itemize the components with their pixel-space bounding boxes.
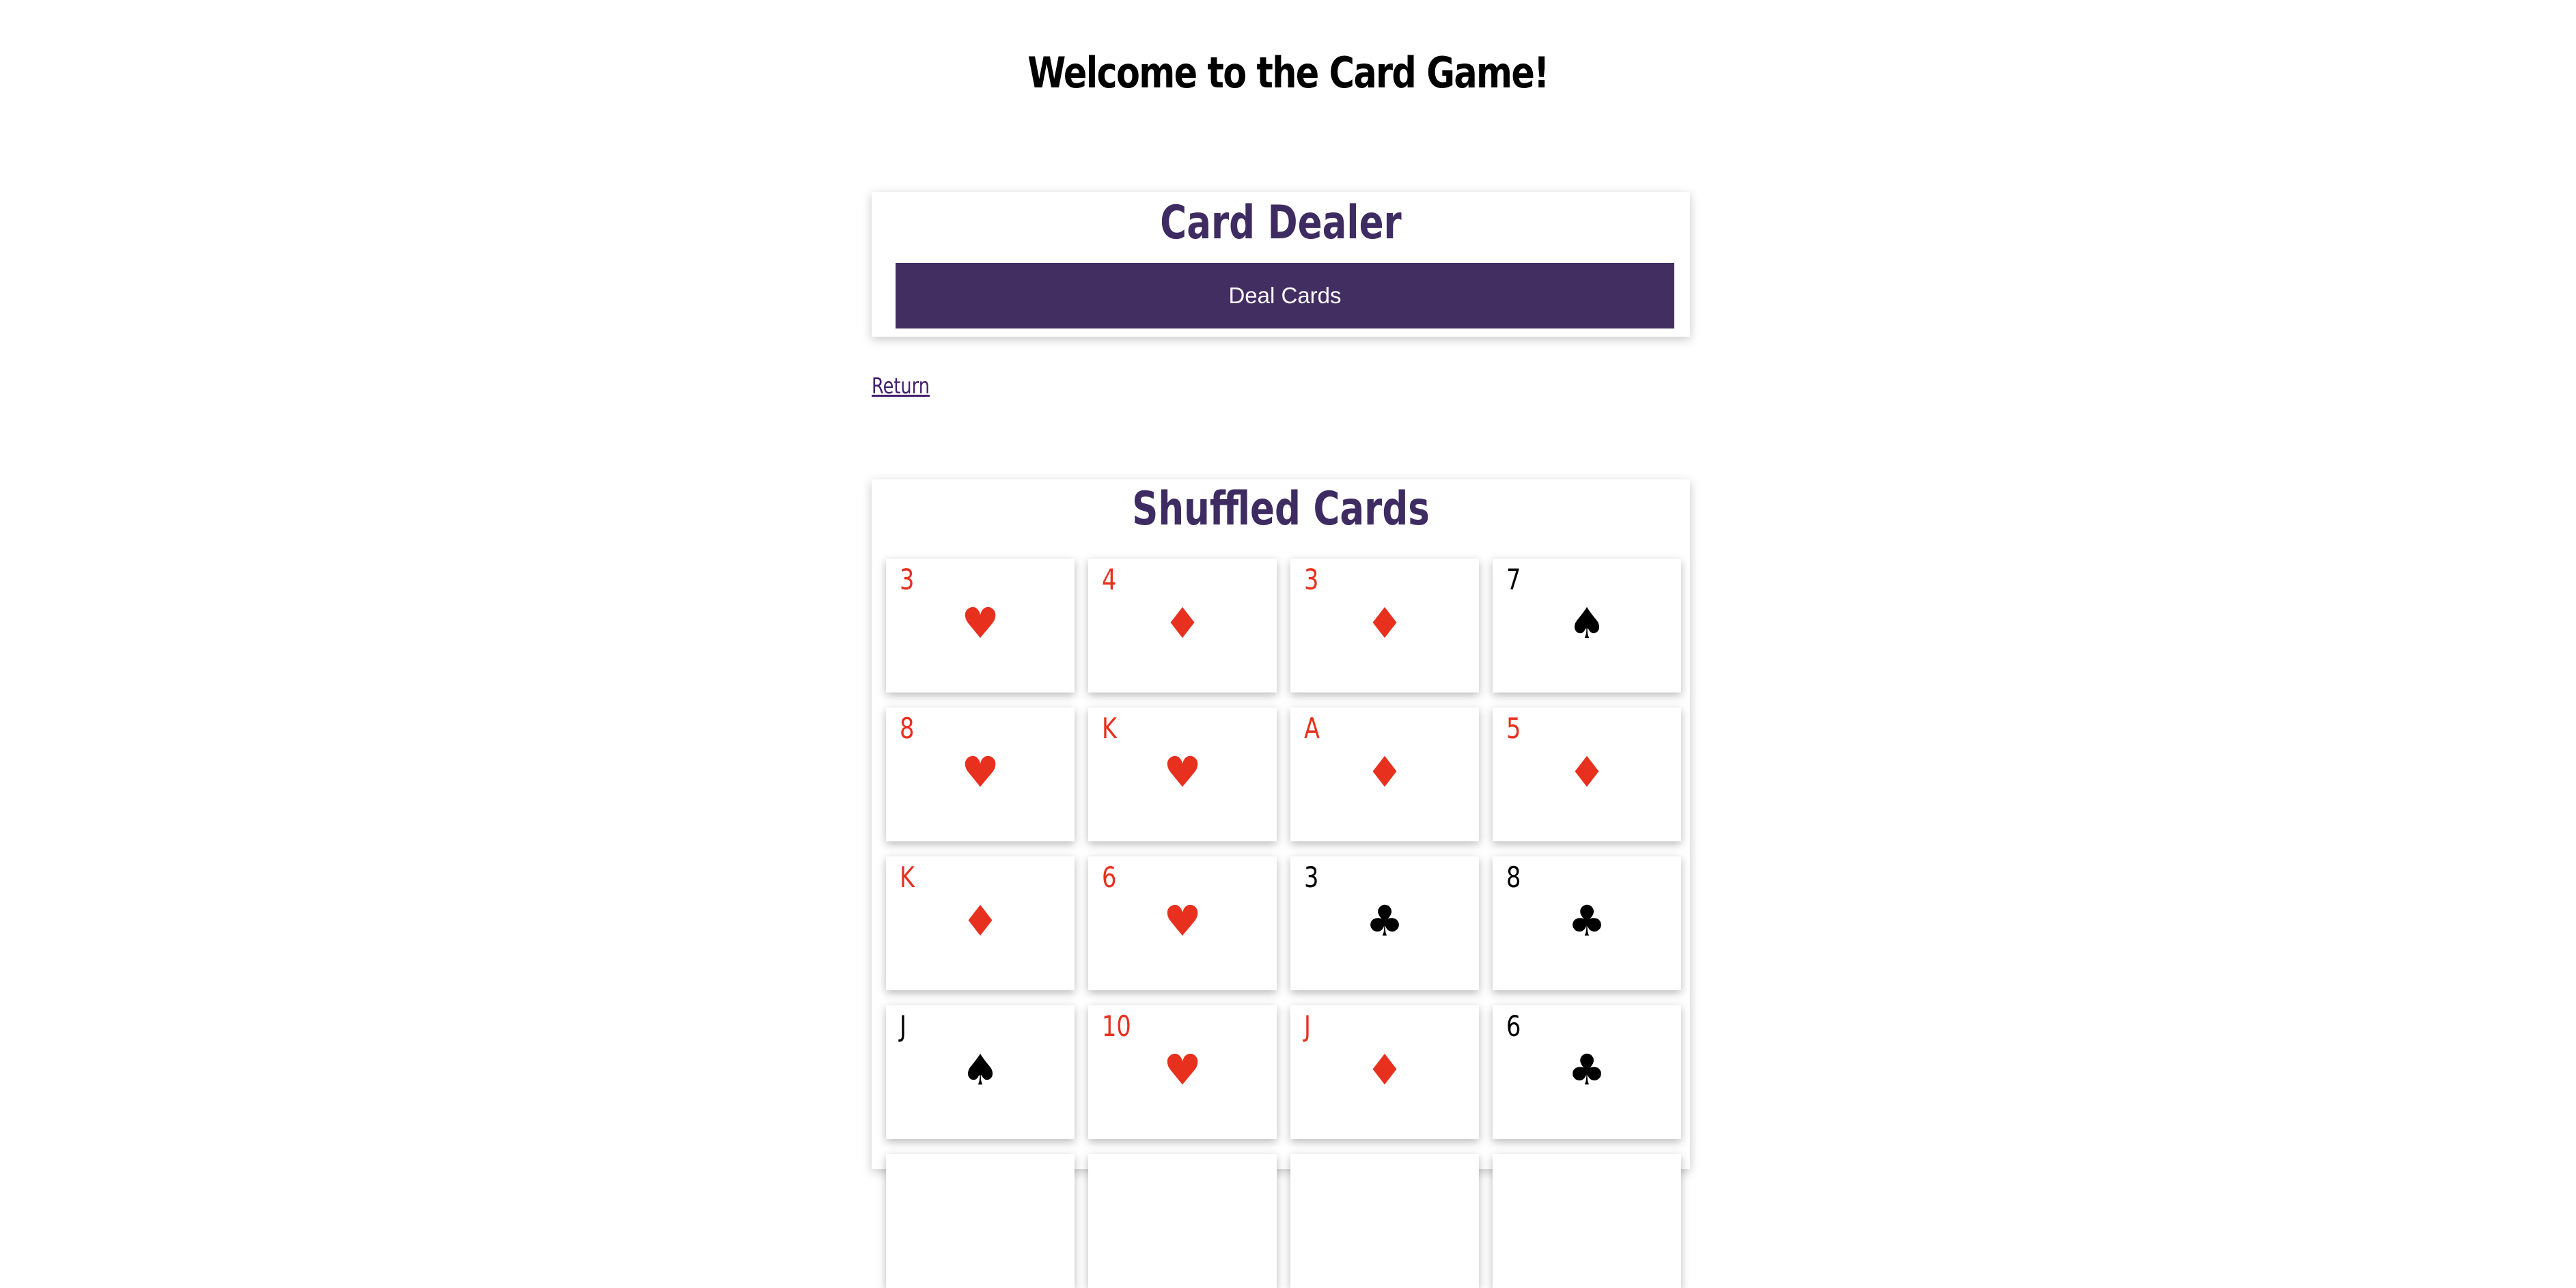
playing-card[interactable]: 5 ♦ — [1493, 708, 1681, 841]
diamonds-suit-icon: ♦ — [1366, 747, 1404, 797]
card-rank: 8 — [900, 712, 915, 745]
card-rank: 3 — [900, 563, 915, 596]
diamonds-suit-icon: ♦ — [1366, 1045, 1404, 1095]
card-dealer-title: Card Dealer — [1160, 196, 1402, 250]
card-dealer-panel: Card Dealer Deal Cards — [872, 192, 1690, 337]
diamonds-suit-icon: ♦ — [961, 896, 999, 946]
card-rank: K — [900, 860, 915, 894]
playing-card[interactable]: 3 ♣ — [1290, 856, 1479, 990]
playing-card[interactable] — [1493, 1154, 1681, 1288]
card-rank: J — [1304, 1009, 1311, 1043]
return-link[interactable]: Return — [872, 373, 930, 399]
playing-card[interactable]: J ♠ — [886, 1005, 1075, 1139]
playing-card[interactable]: A ♦ — [1290, 708, 1479, 841]
playing-card[interactable]: J ♦ — [1290, 1005, 1479, 1139]
hearts-suit-icon: ♥ — [1163, 1045, 1202, 1095]
diamonds-suit-icon: ♦ — [1568, 747, 1606, 797]
clubs-suit-icon: ♣ — [1568, 896, 1606, 946]
spades-suit-icon: ♠ — [961, 1045, 999, 1095]
diamonds-suit-icon: ♦ — [1366, 598, 1404, 648]
shuffled-cards-title: Shuffled Cards — [1132, 482, 1430, 536]
card-rank: 5 — [1506, 712, 1521, 745]
card-rank: 3 — [1304, 563, 1319, 596]
playing-card[interactable] — [1088, 1154, 1277, 1288]
diamonds-suit-icon: ♦ — [1163, 598, 1202, 648]
playing-card[interactable]: 8 ♥ — [886, 708, 1075, 841]
playing-card[interactable]: 6 ♣ — [1493, 1005, 1681, 1139]
card-rank: J — [900, 1009, 906, 1043]
hearts-suit-icon: ♥ — [961, 598, 999, 648]
card-rank: K — [1102, 712, 1118, 745]
playing-card[interactable]: 3 ♥ — [886, 559, 1075, 692]
card-rank: 10 — [1102, 1009, 1131, 1043]
card-rank: A — [1304, 712, 1320, 745]
playing-card[interactable] — [886, 1154, 1075, 1288]
playing-card[interactable]: 6 ♥ — [1088, 856, 1277, 990]
card-rank: 3 — [1304, 860, 1319, 894]
playing-card[interactable]: 3 ♦ — [1290, 559, 1479, 692]
shuffled-cards-panel: Shuffled Cards 3 ♥ 4 ♦ 3 ♦ 7 ♠ 8 ♥ K ♥ A ♦ 5 ♦ K ♦ 6 ♥ 3 ♣ 8 ♣ J… — [872, 479, 1690, 1288]
clubs-suit-icon: ♣ — [1366, 896, 1404, 946]
card-rank: 6 — [1506, 1009, 1521, 1043]
card-rank: 8 — [1506, 860, 1521, 894]
deal-cards-button[interactable]: Deal Cards — [896, 263, 1674, 328]
card-rank: 7 — [1506, 563, 1521, 596]
playing-card[interactable]: K ♥ — [1088, 708, 1277, 841]
playing-card[interactable]: 7 ♠ — [1493, 559, 1681, 692]
playing-card[interactable]: 8 ♣ — [1493, 856, 1681, 990]
hearts-suit-icon: ♥ — [961, 747, 999, 797]
playing-card[interactable] — [1290, 1154, 1479, 1288]
card-grid: 3 ♥ 4 ♦ 3 ♦ 7 ♠ 8 ♥ K ♥ A ♦ 5 ♦ K ♦ 6 ♥ 3 ♣ 8 ♣ J ♠ 10 ♥ J ♦ 6 ♣ — [886, 559, 1681, 1288]
clubs-suit-icon: ♣ — [1568, 1045, 1606, 1095]
hearts-suit-icon: ♥ — [1163, 896, 1202, 946]
page-title: Welcome to the Card Game! — [1027, 48, 1549, 98]
spades-suit-icon: ♠ — [1568, 598, 1606, 648]
card-rank: 6 — [1102, 860, 1117, 894]
hearts-suit-icon: ♥ — [1163, 747, 1202, 797]
playing-card[interactable]: 10 ♥ — [1088, 1005, 1277, 1139]
playing-card[interactable]: K ♦ — [886, 856, 1075, 990]
playing-card[interactable]: 4 ♦ — [1088, 559, 1277, 692]
card-rank: 4 — [1102, 563, 1117, 596]
